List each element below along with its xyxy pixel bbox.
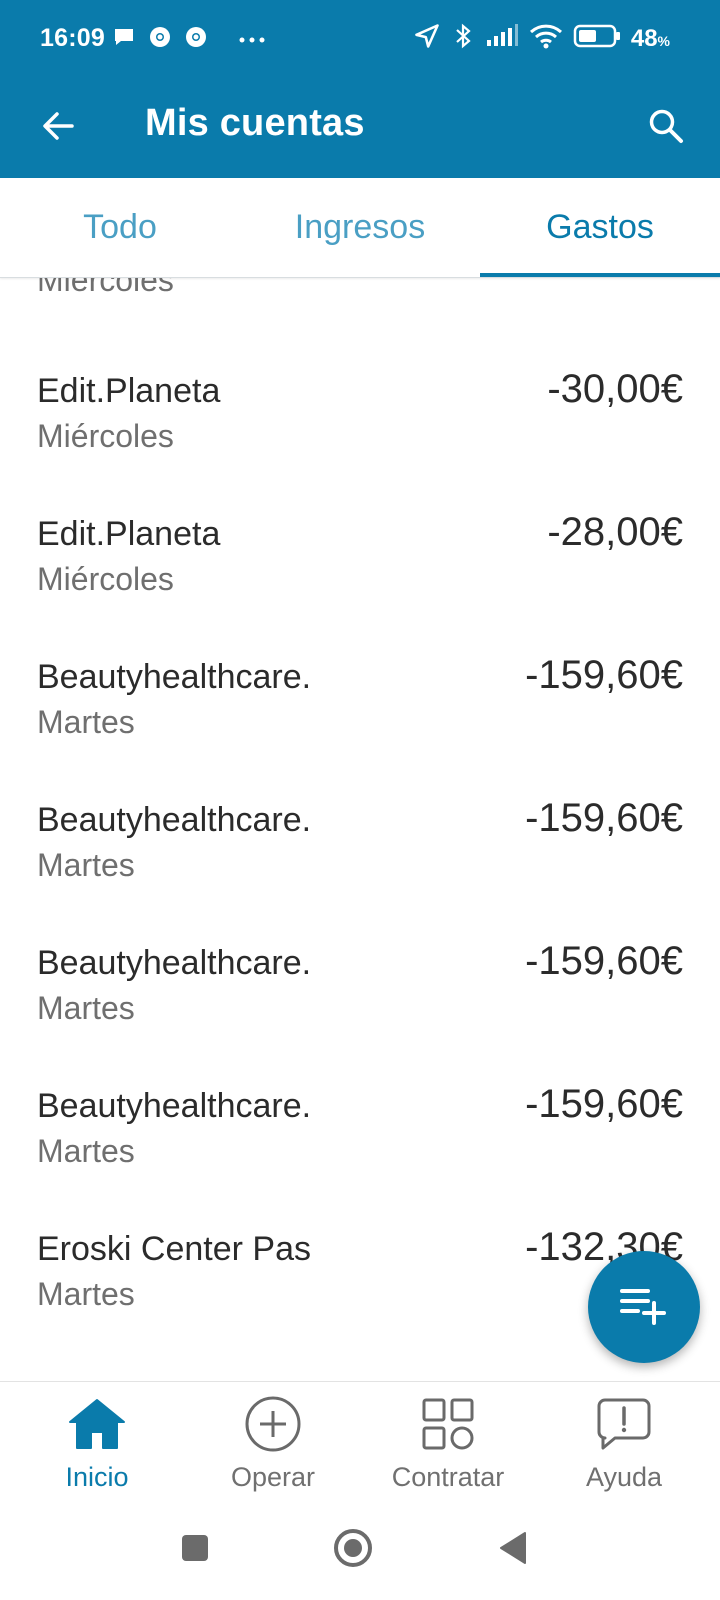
playlist-add-icon: [618, 1283, 670, 1332]
bluetooth-icon: [451, 22, 475, 55]
transaction-row[interactable]: Edit.Planeta Miércoles -28,00€: [0, 475, 720, 621]
transaction-row[interactable]: Beautyhealthcare. Martes -159,60€: [0, 761, 720, 907]
nav-item-ayuda[interactable]: Ayuda: [534, 1382, 714, 1504]
tab-gastos[interactable]: Gastos: [480, 178, 720, 276]
transaction-amount: -28,00€: [547, 510, 683, 554]
home-system-button[interactable]: [328, 1525, 378, 1575]
transaction-day: Martes: [37, 1276, 135, 1312]
transaction-amount: -30,00€: [547, 367, 683, 411]
notification-icons: [112, 25, 266, 54]
bottom-navigation: Inicio Operar Contratar Ayuda: [0, 1381, 720, 1503]
nav-label: Contratar: [391, 1462, 505, 1492]
signal-icon: [485, 24, 519, 53]
back-button[interactable]: [30, 100, 86, 156]
transaction-day: Miércoles: [37, 561, 174, 597]
battery-icon: [573, 23, 621, 54]
tab-ingresos[interactable]: Ingresos: [240, 178, 480, 276]
system-status-icons: 48%: [413, 22, 670, 55]
transaction-name: Beautyhealthcare.: [37, 801, 312, 839]
chrome-icon: [148, 25, 172, 54]
add-movement-fab[interactable]: [588, 1251, 700, 1363]
transaction-name: Edit.Planeta: [37, 515, 221, 553]
app-bar: Mis cuentas: [0, 78, 720, 178]
arrow-left-icon: [40, 108, 76, 149]
transaction-amount: -159,60€: [525, 653, 683, 697]
back-triangle-icon: [497, 1530, 529, 1571]
grid-icon: [416, 1392, 480, 1456]
message-icon: [112, 25, 136, 54]
recents-icon: [179, 1532, 211, 1569]
chat-alert-icon: [592, 1392, 656, 1456]
chrome-icon: [184, 25, 208, 54]
transaction-name: Beautyhealthcare.: [37, 944, 312, 982]
transaction-day: Martes: [37, 1133, 135, 1169]
transaction-row[interactable]: Beautyhealthcare. Martes -159,60€: [0, 618, 720, 764]
tab-indicator: [480, 273, 720, 277]
page-title: Mis cuentas: [145, 102, 365, 144]
transaction-day: Martes: [37, 704, 135, 740]
tab-bar: Todo Ingresos Gastos: [0, 178, 720, 278]
nav-label: Ayuda: [585, 1462, 663, 1492]
home-circle-icon: [332, 1527, 374, 1574]
transaction-day: Martes: [37, 847, 135, 883]
nav-item-contratar[interactable]: Contratar: [358, 1382, 538, 1504]
plus-circle-icon: [241, 1392, 305, 1456]
transaction-list[interactable]: Miércoles Edit.Planeta Miércoles -30,00€…: [0, 246, 720, 1381]
transaction-name: Edit.Planeta: [37, 372, 221, 410]
battery-level: 48%: [630, 24, 670, 52]
transaction-name: Beautyhealthcare.: [37, 1087, 312, 1125]
tab-todo[interactable]: Todo: [0, 178, 240, 276]
more-dots-icon: [238, 31, 266, 49]
search-icon: [647, 107, 685, 150]
location-icon: [413, 22, 441, 55]
transaction-row[interactable]: Beautyhealthcare. Martes -159,60€: [0, 1047, 720, 1193]
recents-button[interactable]: [170, 1525, 220, 1575]
nav-item-operar[interactable]: Operar: [183, 1382, 363, 1504]
home-icon: [65, 1392, 129, 1456]
transaction-row[interactable]: Beautyhealthcare. Martes -159,60€: [0, 904, 720, 1050]
back-system-button[interactable]: [488, 1525, 538, 1575]
status-time: 16:09: [40, 24, 105, 52]
transaction-name: Beautyhealthcare.: [37, 658, 312, 696]
transaction-day: Miércoles: [37, 418, 174, 454]
nav-label: Operar: [230, 1462, 316, 1492]
transaction-row[interactable]: Edit.Planeta Miércoles -30,00€: [0, 332, 720, 478]
nav-item-inicio[interactable]: Inicio: [7, 1382, 187, 1504]
transaction-amount: -159,60€: [525, 1082, 683, 1126]
transaction-day: Martes: [37, 990, 135, 1026]
system-navigation-bar: [0, 1503, 720, 1600]
transaction-amount: -159,60€: [525, 796, 683, 840]
transaction-amount: -159,60€: [525, 939, 683, 983]
status-bar: 16:09 48%: [0, 0, 720, 78]
nav-label: Inicio: [65, 1462, 129, 1492]
transaction-name: Eroski Center Pas: [37, 1230, 311, 1268]
wifi-icon: [529, 23, 563, 54]
search-button[interactable]: [636, 98, 696, 158]
